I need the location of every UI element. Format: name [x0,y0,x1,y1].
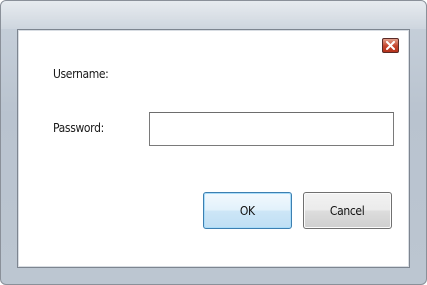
close-button[interactable] [382,38,399,53]
username-label: Username: [53,67,109,81]
close-icon [386,41,395,50]
ok-button-label: OK [240,203,255,218]
ok-button[interactable]: OK [203,192,292,229]
password-label: Password: [53,121,104,135]
dialog-client-area: Username: Password: OK Cancel [17,29,410,268]
password-input[interactable] [149,112,394,146]
window-frame-highlight [1,1,426,29]
dialog-window: Username: Password: OK Cancel [0,0,427,285]
cancel-button-label: Cancel [330,203,365,218]
cancel-button[interactable]: Cancel [303,192,392,229]
